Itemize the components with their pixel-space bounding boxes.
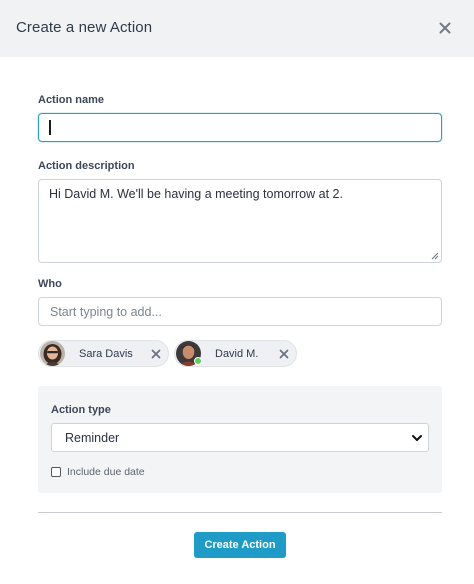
action-type-label: Action type [51,404,111,416]
person-name: David M. [215,348,259,360]
action-description-label: Action description [38,160,135,172]
create-action-button[interactable]: Create Action [194,532,286,558]
action-type-panel: Action type Reminder Include due date [38,386,442,493]
online-status-indicator [194,357,202,365]
text-caret [49,120,51,135]
action-description-textarea[interactable]: Hi David M. We'll be having a meeting to… [38,179,442,263]
dialog-header: Create a new Action [0,0,474,57]
action-name-label: Action name [38,94,105,106]
who-input[interactable]: Start typing to add... [38,297,442,326]
dialog-title: Create a new Action [16,19,153,36]
person-name: Sara Davis [79,348,133,360]
close-icon[interactable] [438,21,452,35]
person-chip-david-m: David M. [174,340,297,367]
include-due-date-label: Include due date [67,466,145,478]
resize-grip-icon[interactable] [431,252,439,260]
divider [38,512,442,513]
avatar [40,341,65,366]
person-chip-sara-davis: Sara Davis [38,340,169,367]
close-icon[interactable] [151,349,161,359]
action-type-select[interactable]: Reminder [51,423,429,452]
action-type-value: Reminder [65,431,120,445]
include-due-date-checkbox[interactable] [51,467,61,477]
who-label: Who [38,278,62,290]
action-description-value: Hi David M. We'll be having a meeting to… [49,187,343,201]
close-icon[interactable] [279,349,289,359]
chevron-down-icon [412,435,422,441]
action-name-input[interactable] [38,113,442,142]
who-input-placeholder: Start typing to add... [50,305,162,319]
